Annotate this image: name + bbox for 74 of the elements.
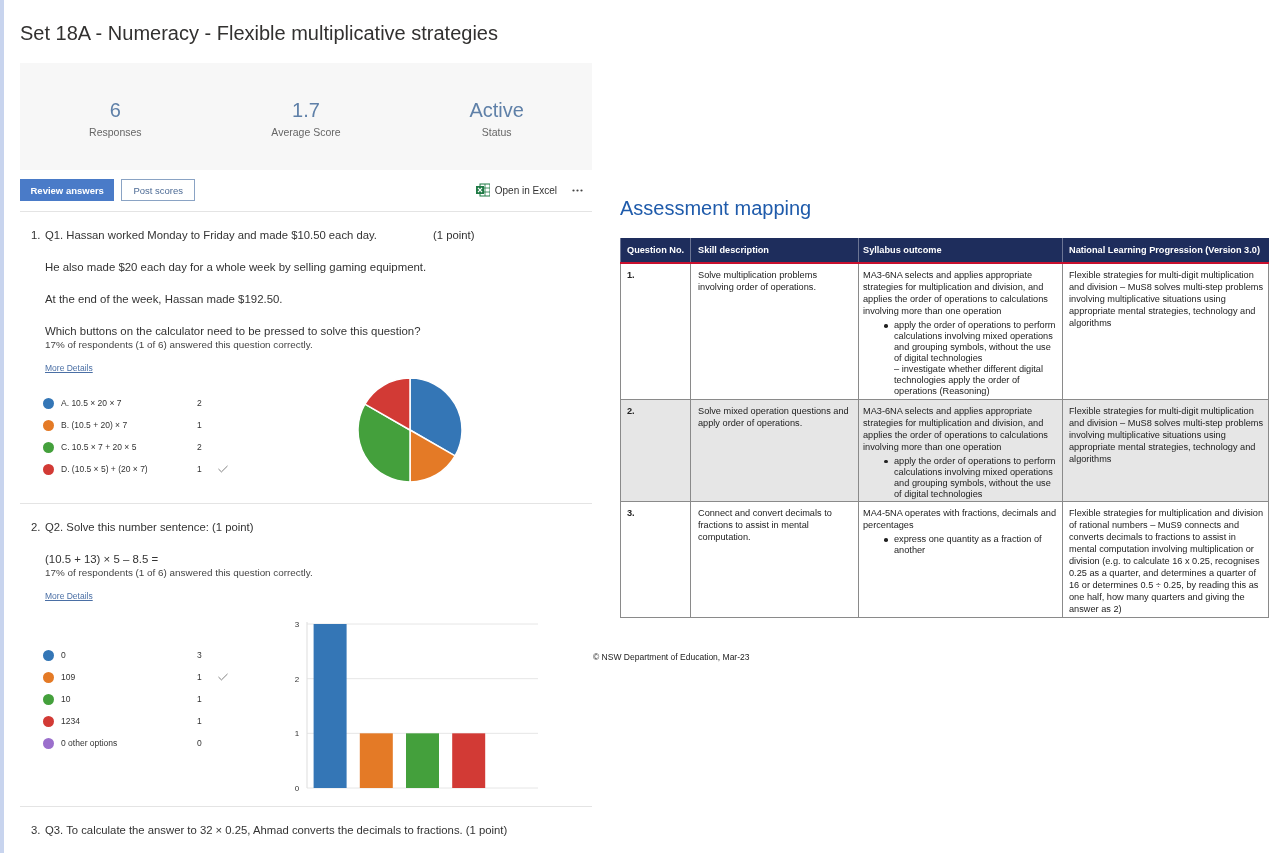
table-cell: Solve mixed operation questions and apply order of operations.: [690, 399, 859, 502]
question-number: 1.: [31, 228, 42, 243]
option-count: 1: [197, 716, 203, 726]
table-cell: 3.: [620, 501, 691, 617]
spreadsheet-icon: [475, 183, 490, 197]
option-label: A. 10.5 × 20 × 7: [61, 398, 123, 408]
stat-label: Status: [481, 125, 512, 139]
question-number: 2.: [31, 520, 42, 535]
option-label: 1234: [61, 716, 81, 726]
question-text: He also made $20 each day for a whole week by selling gaming equipment.: [45, 260, 428, 275]
column-header: National Learning Progression (Version 3.0): [1062, 238, 1269, 263]
option-label: 0 other options: [61, 738, 119, 748]
axis-tick-label: 1: [294, 729, 300, 739]
option-count: 2: [197, 442, 203, 452]
option-count: 0: [197, 738, 203, 748]
bullet-icon: [884, 324, 888, 328]
stat-value: 1.7: [292, 98, 320, 122]
section-heading: Assessment mapping: [620, 196, 813, 220]
option-count: 1: [197, 464, 203, 474]
option-count: 3: [197, 650, 203, 660]
response-summary: 17% of respondents (1 of 6) answered this question correctly.: [45, 567, 314, 579]
open-excel-button[interactable]: Open in Excel: [475, 183, 557, 197]
chart-bar: [359, 733, 393, 788]
action-button[interactable]: Post scores: [121, 179, 196, 201]
column-header: Skill description: [690, 238, 859, 263]
question-text: At the end of the week, Hassan made $192.50.: [45, 292, 284, 307]
bullet-icon: [884, 459, 888, 463]
bullet-note: – investigate whether different digital technologies apply the order of operations (Reasoning): [894, 364, 1044, 397]
stat-label: Responses: [89, 125, 142, 139]
table-cell: Flexible strategies for multiplication and division of rational numbers – MuS9 connects and converts decimals to fractions to assist in mental computation involving multiplication or division (e.g. to calculate 16 x 0.25, recognises 0.25 as a quarter, and determines a quarter of 16 or determines 0.5 ÷ 0.25, by reading this as one half, how many quarters and giving the answer as 2): [1062, 501, 1269, 617]
question-text: (10.5 + 13) × 5 – 8.5 =: [45, 552, 160, 567]
option-label: C. 10.5 × 7 + 20 × 5: [61, 442, 138, 452]
axis-tick-label: 2: [294, 674, 300, 684]
stat-label: Average Score: [271, 125, 341, 139]
axis-tick-label: 3: [294, 620, 300, 629]
bullet-text: apply the order of operations to perform calculations involving mixed operations and grouping symbols, without the use of digital technologies: [894, 320, 1057, 364]
more-details-link[interactable]: More Details: [45, 591, 93, 602]
question-text: Which buttons on the calculator need to be pressed to solve this question?: [45, 324, 422, 339]
stat-value: 6: [109, 98, 121, 122]
response-summary: 17% of respondents (1 of 6) answered this question correctly.: [45, 339, 314, 351]
option-label: 10: [61, 694, 72, 704]
copyright-text: © NSW Department of Education, Mar-23: [593, 651, 751, 662]
bullet-icon: [884, 538, 888, 542]
points-label: (1 point): [433, 228, 475, 243]
table-cell: Connect and convert decimals to fractions to assist in mental computation.: [690, 501, 859, 617]
axis-tick-label: 0: [294, 784, 300, 793]
action-button[interactable]: Review answers: [20, 179, 115, 201]
column-header: Syllabus outcome: [858, 238, 1063, 263]
table-cell: Flexible strategies for multi-digit multiplication and division – MuS8 solves multi-step problems involving multiplicative situations using appropriate mental strategies, technology and algorithms: [1062, 263, 1269, 399]
table-cell: Solve multiplication problems involving order of operations.: [690, 263, 859, 399]
bullet-text: express one quantity as a fraction of another: [894, 534, 1043, 556]
column-header: Question No.: [620, 238, 691, 263]
bullet-text: apply the order of operations to perform calculations involving mixed operations and grouping symbols, without the use of digital technologies: [894, 455, 1057, 500]
option-label: D. (10.5 × 5) + (20 × 7): [61, 464, 149, 474]
option-label: 109: [61, 672, 77, 682]
option-label: 0: [61, 650, 67, 660]
more-details-link[interactable]: More Details: [45, 363, 93, 374]
question-title: Q1. Hassan worked Monday to Friday and made $10.50 each day.: [45, 228, 377, 243]
table-cell: Flexible strategies for multi-digit multiplication and division – MuS8 solves multi-step problems involving multiplicative situations using appropriate mental strategies, technology and algorithms: [1062, 399, 1269, 502]
table-cell: 2.: [620, 399, 691, 502]
question-title: Q2. Solve this number sentence: (1 point): [45, 520, 254, 535]
page-title: Set 18A - Numeracy - Flexible multiplicative strategies: [20, 22, 499, 44]
table-cell: 1.: [620, 263, 691, 399]
option-count: 1: [197, 672, 203, 682]
stat-value: Active: [469, 98, 524, 122]
question-title: Q3. To calculate the answer to 32 × 0.25, Ahmad converts the decimals to fractions. (1 point): [45, 823, 508, 838]
option-count: 1: [197, 694, 203, 704]
question-number: 3.: [31, 823, 42, 838]
option-count: 2: [197, 398, 203, 408]
chart-bar: [406, 733, 439, 788]
option-count: 1: [197, 420, 203, 430]
option-label: B. (10.5 + 20) × 7: [61, 420, 129, 430]
chart-bar: [452, 733, 486, 788]
more-icon[interactable]: [572, 188, 583, 192]
